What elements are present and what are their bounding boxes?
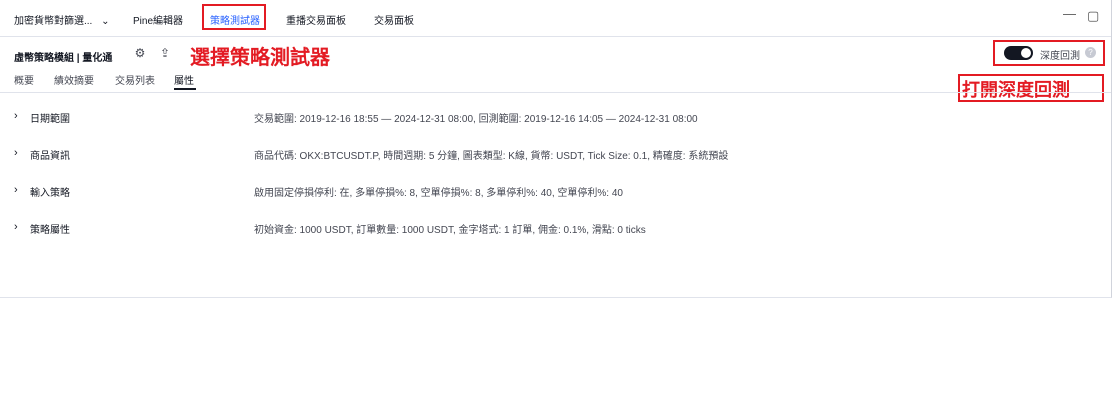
annotation-open-deep-backtest: 打開深度回測 bbox=[962, 80, 1070, 100]
strategy-tester-panel: 加密貨幣對篩選... ⌄ Pine編輯器 策略測試器 重播交易面板 交易面板 —… bbox=[0, 0, 1112, 298]
tab-overview[interactable]: 概要 bbox=[14, 72, 34, 87]
divider bbox=[0, 92, 1111, 93]
row-value: 交易範圍: 2019-12-16 18:55 — 2024-12-31 08:0… bbox=[254, 114, 698, 125]
tab-label: 加密貨幣對篩選... bbox=[14, 16, 93, 27]
tab-crypto-screener[interactable]: 加密貨幣對篩選... ⌄ bbox=[14, 12, 110, 27]
row-value: 啟用固定停損停利: 在, 多單停損%: 8, 空單停損%: 8, 多單停利%: … bbox=[254, 188, 623, 199]
property-row-symbol-info[interactable]: › 商品資訊 商品代碼: OKX:BTCUSDT.P, 時間週期: 5 分鐘, … bbox=[0, 144, 1111, 164]
tab-pine-editor[interactable]: Pine編輯器 bbox=[133, 12, 183, 27]
chevron-right-icon: › bbox=[14, 221, 18, 233]
chevron-right-icon: › bbox=[14, 184, 18, 196]
deep-backtest-toggle[interactable] bbox=[1004, 46, 1033, 60]
tab-trading-panel[interactable]: 交易面板 bbox=[374, 12, 414, 27]
toggle-knob bbox=[1021, 48, 1031, 58]
tab-replay-trading[interactable]: 重播交易面板 bbox=[286, 12, 346, 27]
highlight-box-strategy-tester bbox=[202, 4, 266, 30]
row-label: 日期範圍 bbox=[30, 114, 70, 125]
tab-performance-summary[interactable]: 績效摘要 bbox=[54, 72, 94, 87]
help-icon[interactable]: ? bbox=[1085, 47, 1096, 58]
row-value: 初始資金: 1000 USDT, 訂單數量: 1000 USDT, 金字塔式: … bbox=[254, 225, 646, 236]
row-value: 商品代碼: OKX:BTCUSDT.P, 時間週期: 5 分鐘, 圖表類型: K… bbox=[254, 151, 729, 162]
tab-trade-list[interactable]: 交易列表 bbox=[115, 72, 155, 87]
active-tab-underline bbox=[174, 88, 196, 90]
minimize-icon[interactable]: — bbox=[1063, 6, 1076, 21]
property-row-strategy-properties[interactable]: › 策略屬性 初始資金: 1000 USDT, 訂單數量: 1000 USDT,… bbox=[0, 218, 1111, 238]
tab-properties[interactable]: 屬性 bbox=[174, 72, 194, 87]
export-icon[interactable]: ⇪ bbox=[157, 45, 173, 61]
row-label: 策略屬性 bbox=[30, 225, 70, 236]
deep-backtest-label: 深度回測 bbox=[1040, 51, 1080, 62]
strategy-title[interactable]: 虛幣策略模組 | 量化通 bbox=[14, 49, 112, 64]
chevron-down-icon: ⌄ bbox=[101, 16, 110, 27]
chevron-right-icon: › bbox=[14, 110, 18, 122]
annotation-select-tester: 選擇策略測試器 bbox=[190, 47, 330, 69]
settings-gear-icon[interactable]: ⚙ bbox=[132, 45, 148, 61]
row-label: 商品資訊 bbox=[30, 151, 70, 162]
chevron-right-icon: › bbox=[14, 147, 18, 159]
property-row-date-range[interactable]: › 日期範圍 交易範圍: 2019-12-16 18:55 — 2024-12-… bbox=[0, 107, 1111, 127]
row-label: 輸入策略 bbox=[30, 188, 70, 199]
property-row-inputs[interactable]: › 輸入策略 啟用固定停損停利: 在, 多單停損%: 8, 空單停損%: 8, … bbox=[0, 181, 1111, 201]
maximize-icon[interactable]: ▢ bbox=[1087, 8, 1099, 24]
bottom-panel-tab-bar: 加密貨幣對篩選... ⌄ Pine編輯器 策略測試器 重播交易面板 交易面板 —… bbox=[0, 0, 1111, 37]
